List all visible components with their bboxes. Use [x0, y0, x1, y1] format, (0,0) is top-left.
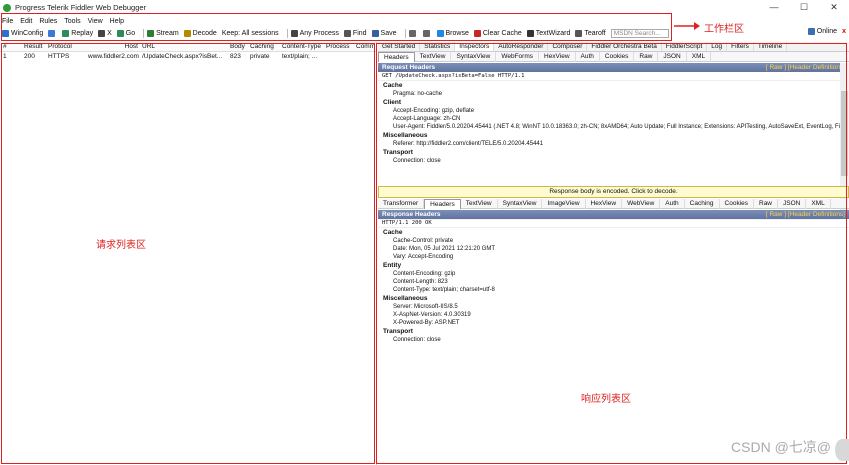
response-zone-label: 响应列表区 [581, 394, 631, 405]
annotation-arrow-icon [674, 22, 700, 30]
window-controls: — ☐ ✕ [759, 0, 849, 15]
window-title: Progress Telerik Fiddler Web Debugger [15, 3, 147, 12]
network-icon [807, 28, 815, 35]
request-zone-label: 请求列表区 [96, 240, 146, 251]
online-label: Online [816, 28, 837, 35]
close-online-icon[interactable]: x [842, 28, 846, 35]
watermark-avatar [835, 439, 849, 461]
watermark: CSDN @七凉@ [731, 439, 831, 455]
request-zone-box [1, 43, 375, 464]
maximize-button[interactable]: ☐ [789, 0, 819, 15]
fiddler-logo-icon [3, 3, 11, 12]
online-indicator[interactable]: Online [807, 28, 837, 35]
toolbar-zone-box [1, 13, 672, 41]
toolbar-zone-label: 工作栏区 [704, 24, 744, 35]
close-button[interactable]: ✕ [819, 0, 849, 15]
minimize-button[interactable]: — [759, 0, 789, 15]
